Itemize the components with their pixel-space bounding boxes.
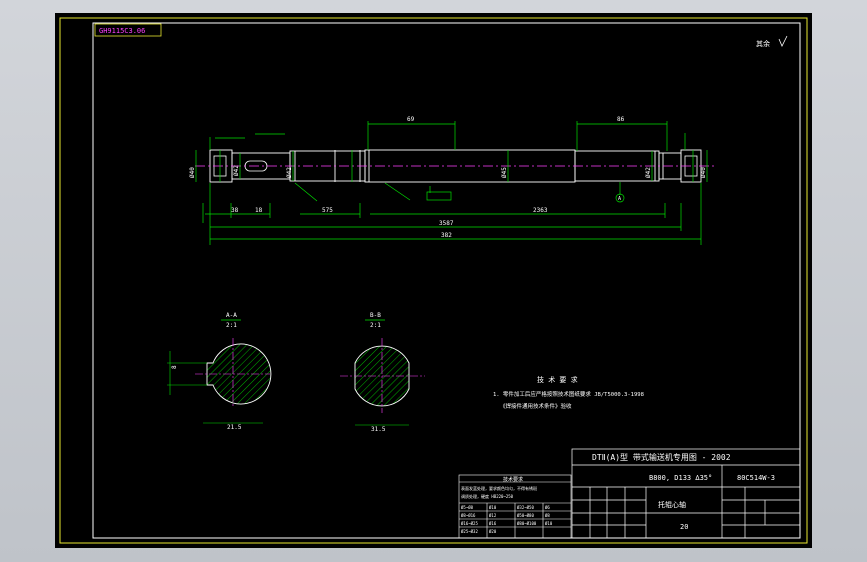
tech-line-2: 《焊接件通用技术条件》验收 [500,402,572,410]
svg-text:Ø12: Ø12 [489,513,497,518]
titleblock-spec: B800, D133 ∆35° [649,474,712,482]
roughness-symbol [778,35,788,47]
section-bb-scale: 2:1 [370,322,381,329]
dim-3587: 3587 [439,220,454,227]
svg-text:Ø20: Ø20 [489,529,497,534]
svg-text:Ø5~Ø8: Ø5~Ø8 [461,505,474,510]
section-bb-width-dim: 31.5 [371,426,386,433]
dim-86: 86 [617,116,625,123]
roughness-note: 其余 [756,39,770,48]
spec-grid: Ø5~Ø8 Ø10 Ø32~Ø50 Ø6 Ø8~Ø16 Ø12 Ø50~Ø80 … [461,505,553,534]
svg-text:Ø8: Ø8 [545,513,550,518]
section-aa-label: A-A [226,312,237,319]
dim-575: 575 [322,207,333,214]
svg-text:Ø8~Ø16: Ø8~Ø16 [461,513,476,518]
dim-2363: 2363 [533,207,548,214]
drawing-canvas: GH9115C3.06 其余 69 86 38 18 575 2363 3587… [59,17,808,544]
spec-note-1: 表面发蓝处理，要求颜色均匀，不得有锈斑 [461,485,537,491]
svg-text:Ø10: Ø10 [545,521,553,526]
dim-dia-42b: Ø42 [286,167,293,178]
titleblock-code: 80C514W-3 [737,474,775,482]
section-bb-view [340,338,425,426]
svg-text:Ø10: Ø10 [489,505,497,510]
tech-line-1: 1. 零件加工后应严格按照技术图纸要求 JB/T5000.3-1998 [493,390,644,398]
svg-text:Ø16: Ø16 [489,521,497,526]
section-aa-scale: 2:1 [226,322,237,329]
tolerance-frame [426,191,452,201]
code-stamp-text: GH9115C3.06 [99,27,145,35]
datum-a-label: A [618,196,621,202]
dim-38: 38 [231,207,239,214]
dim-382: 382 [441,232,452,239]
section-aa-width-dim: 21.5 [227,424,242,431]
section-aa-keyway-dim: 8 [171,365,178,369]
svg-text:Ø6: Ø6 [545,505,550,510]
dim-dia-45: Ø45 [501,167,508,178]
dim-dia-42a: Ø42 [233,165,240,176]
dim-18: 18 [255,207,263,214]
svg-text:Ø80~Ø100: Ø80~Ø100 [517,521,537,526]
sheet-outer-border [59,17,808,544]
dimension-texts: 69 86 38 18 575 2363 3587 382 Ø40 Ø42 Ø4… [189,116,707,239]
tech-title: 技 术 要 求 [537,375,578,384]
dim-dia-40: Ø40 [189,167,196,178]
dim-dia-40b: Ø40 [700,167,707,178]
spec-table-title: 技术要求 [503,476,523,483]
titleblock-material: 20 [680,523,688,531]
cad-viewport[interactable]: GH9115C3.06 其余 69 86 38 18 575 2363 3587… [55,13,812,548]
dim-69: 69 [407,116,415,123]
titleblock-header: DTⅡ(A)型 带式输送机专用图 - 2002 [592,452,731,462]
titleblock-part-name: 托辊心轴 [658,500,686,509]
svg-text:Ø32~Ø50: Ø32~Ø50 [517,505,534,510]
spec-note-2: 调质处理，硬度 HB220~250 [461,493,514,499]
dim-dia-42c: Ø42 [645,167,652,178]
svg-text:Ø50~Ø80: Ø50~Ø80 [517,513,534,518]
svg-text:Ø25~Ø32: Ø25~Ø32 [461,529,478,534]
section-bb-label: B-B [370,312,381,319]
section-aa-view [167,338,272,424]
svg-text:Ø16~Ø25: Ø16~Ø25 [461,521,478,526]
